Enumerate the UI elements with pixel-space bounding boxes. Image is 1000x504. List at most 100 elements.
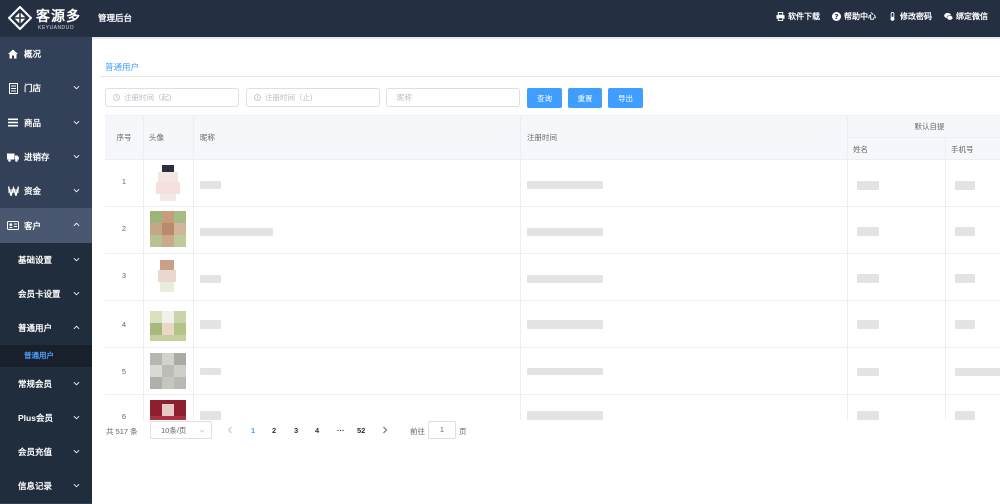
start-date-input[interactable]: 注册时间（起) (105, 88, 239, 107)
sidebar-sub-label: Plus会员 (18, 412, 53, 423)
sidebar-item-label: 门店 (24, 83, 42, 94)
document-icon (7, 82, 19, 94)
brand-subtitle: KEYUANDUO (38, 25, 75, 31)
page-size-select[interactable]: 10条/页 (150, 421, 212, 439)
help-center-link[interactable]: ? 帮助中心 (832, 11, 876, 22)
sidebar-sub-plus-members[interactable]: Plus会员 (0, 400, 92, 435)
row-index: 5 (121, 367, 127, 376)
sidebar-item-label: 资金 (24, 186, 42, 197)
header-avatar: 头像 (149, 133, 164, 142)
chevron-down-icon (73, 449, 80, 454)
sidebar-item-products[interactable]: 商品 (0, 106, 92, 140)
chevron-down-icon (73, 257, 80, 262)
chevron-down-icon (73, 154, 80, 159)
main-content: 普通用户 注册时间（起) 注册时间（止) 昵称 查询 重置 导出 序号 头像 昵… (92, 37, 1000, 504)
wechat-icon (944, 12, 953, 21)
header-index: 序号 (116, 133, 132, 142)
sidebar-item-funds[interactable]: 资金 (0, 174, 92, 208)
list-icon (7, 117, 19, 129)
sidebar-item-label: 概况 (24, 49, 42, 60)
sidebar-item-stores[interactable]: 门店 (0, 71, 92, 105)
page-button[interactable]: 3 (294, 426, 298, 435)
logo-icon (8, 6, 32, 30)
sidebar-sub-label: 普通用户 (18, 322, 53, 333)
users-table: 序号 头像 昵称 注册时间 默认自提 姓名 手机号 1 2 3 4 5 6 (105, 115, 1000, 420)
chevron-down-icon (73, 120, 80, 125)
sidebar-sub-standard-members[interactable]: 常规会员 (0, 366, 92, 401)
sidebar-item-label: 进销存 (24, 152, 50, 163)
brand-logo[interactable]: 客源多 KEYUANDUO (0, 0, 92, 37)
page-title: 普通用户 (105, 62, 140, 72)
nickname-placeholder: 昵称 (397, 93, 412, 102)
sidebar-sub-label: 会员卡设置 (18, 288, 61, 299)
svg-text:?: ? (834, 12, 838, 21)
chevron-down-icon (73, 189, 80, 193)
start-date-placeholder: 注册时间（起) (124, 93, 172, 102)
avatar-image (150, 400, 186, 420)
goto-label: 前往 (410, 427, 425, 436)
sidebar-item-overview[interactable]: 概况 (0, 37, 92, 71)
sidebar-sub-card-settings[interactable]: 会员卡设置 (0, 276, 92, 311)
chevron-down-icon (73, 291, 80, 296)
content-panel: 普通用户 注册时间（起) 注册时间（止) 昵称 查询 重置 导出 序号 头像 昵… (92, 37, 1000, 504)
total-count: 共 517 条 (106, 427, 138, 436)
row-index: 6 (121, 412, 127, 420)
export-button[interactable]: 导出 (608, 88, 643, 108)
brand-name: 客源多 (36, 8, 81, 24)
row-index: 1 (121, 177, 127, 186)
software-download-label: 软件下载 (788, 12, 820, 21)
chevron-down-icon (73, 381, 80, 386)
header-register-time: 注册时间 (527, 133, 557, 142)
page-button[interactable]: 1 (251, 426, 255, 435)
avatar-image (150, 258, 186, 294)
reset-button[interactable]: 重置 (568, 88, 602, 108)
header-name: 姓名 (853, 145, 868, 154)
truck-icon (7, 151, 19, 163)
change-password-link[interactable]: 修改密码 (888, 11, 932, 22)
sidebar-sub-info-records[interactable]: 信息记录 (0, 468, 92, 503)
row-index: 3 (121, 271, 127, 280)
avatar-image (150, 165, 186, 201)
home-icon (7, 48, 19, 60)
sidebar-leaf-regular-users[interactable]: 普通用户 (0, 344, 92, 367)
sidebar-sub-label: 基础设置 (18, 254, 53, 265)
goto-page-input[interactable]: 1 (428, 421, 456, 439)
thermometer-icon (890, 12, 895, 21)
sidebar-item-customers[interactable]: 客户 (0, 208, 92, 243)
prev-page-button[interactable] (226, 425, 234, 435)
page-button[interactable]: 52 (357, 426, 365, 435)
avatar-image (150, 353, 186, 389)
end-date-placeholder: 注册时间（止) (265, 93, 313, 102)
software-download-link[interactable]: 软件下载 (776, 11, 820, 22)
more-pages-button[interactable]: ··· (337, 426, 345, 435)
clock-icon (254, 94, 261, 101)
pagination: 共 517 条 10条/页 1 2 3 4 ··· 52 前往 1 页 (92, 421, 1000, 441)
next-page-button[interactable] (381, 425, 389, 435)
row-index: 2 (121, 224, 127, 233)
page-size-value: 10条/页 (161, 425, 187, 435)
header-phone: 手机号 (951, 145, 974, 154)
page-suffix: 页 (459, 427, 467, 436)
page-button[interactable]: 2 (272, 426, 276, 435)
bind-wechat-link[interactable]: 绑定微信 (944, 11, 988, 22)
chevron-down-icon (73, 483, 80, 488)
sidebar-sub-regular-users[interactable]: 普通用户 (0, 310, 92, 345)
printer-icon (776, 12, 785, 21)
avatar-image (150, 305, 186, 341)
sidebar: 概况 门店 商品 进销存 资金 客户 基础设置 会员卡设置 普通用户 普通用户 … (0, 37, 92, 504)
end-date-input[interactable]: 注册时间（止) (246, 88, 380, 107)
page-button[interactable]: 4 (315, 426, 319, 435)
title-divider (100, 76, 1000, 77)
header-default-pickup: 默认自提 (914, 122, 945, 131)
sidebar-item-inventory[interactable]: 进销存 (0, 140, 92, 174)
nickname-input[interactable]: 昵称 (386, 88, 520, 107)
sidebar-sub-label: 会员充值 (18, 446, 53, 457)
top-bar: 客源多 KEYUANDUO 管理后台 软件下载 ? 帮助中心 修改密码 绑定微信 (0, 0, 1000, 37)
sidebar-sub-member-recharge[interactable]: 会员充值 (0, 434, 92, 469)
header-nickname: 昵称 (200, 133, 215, 142)
chevron-up-icon (73, 325, 80, 329)
chevron-down-icon (73, 415, 80, 420)
bind-wechat-label: 绑定微信 (956, 12, 988, 21)
sidebar-sub-basic-settings[interactable]: 基础设置 (0, 242, 92, 277)
search-button[interactable]: 查询 (527, 88, 562, 108)
